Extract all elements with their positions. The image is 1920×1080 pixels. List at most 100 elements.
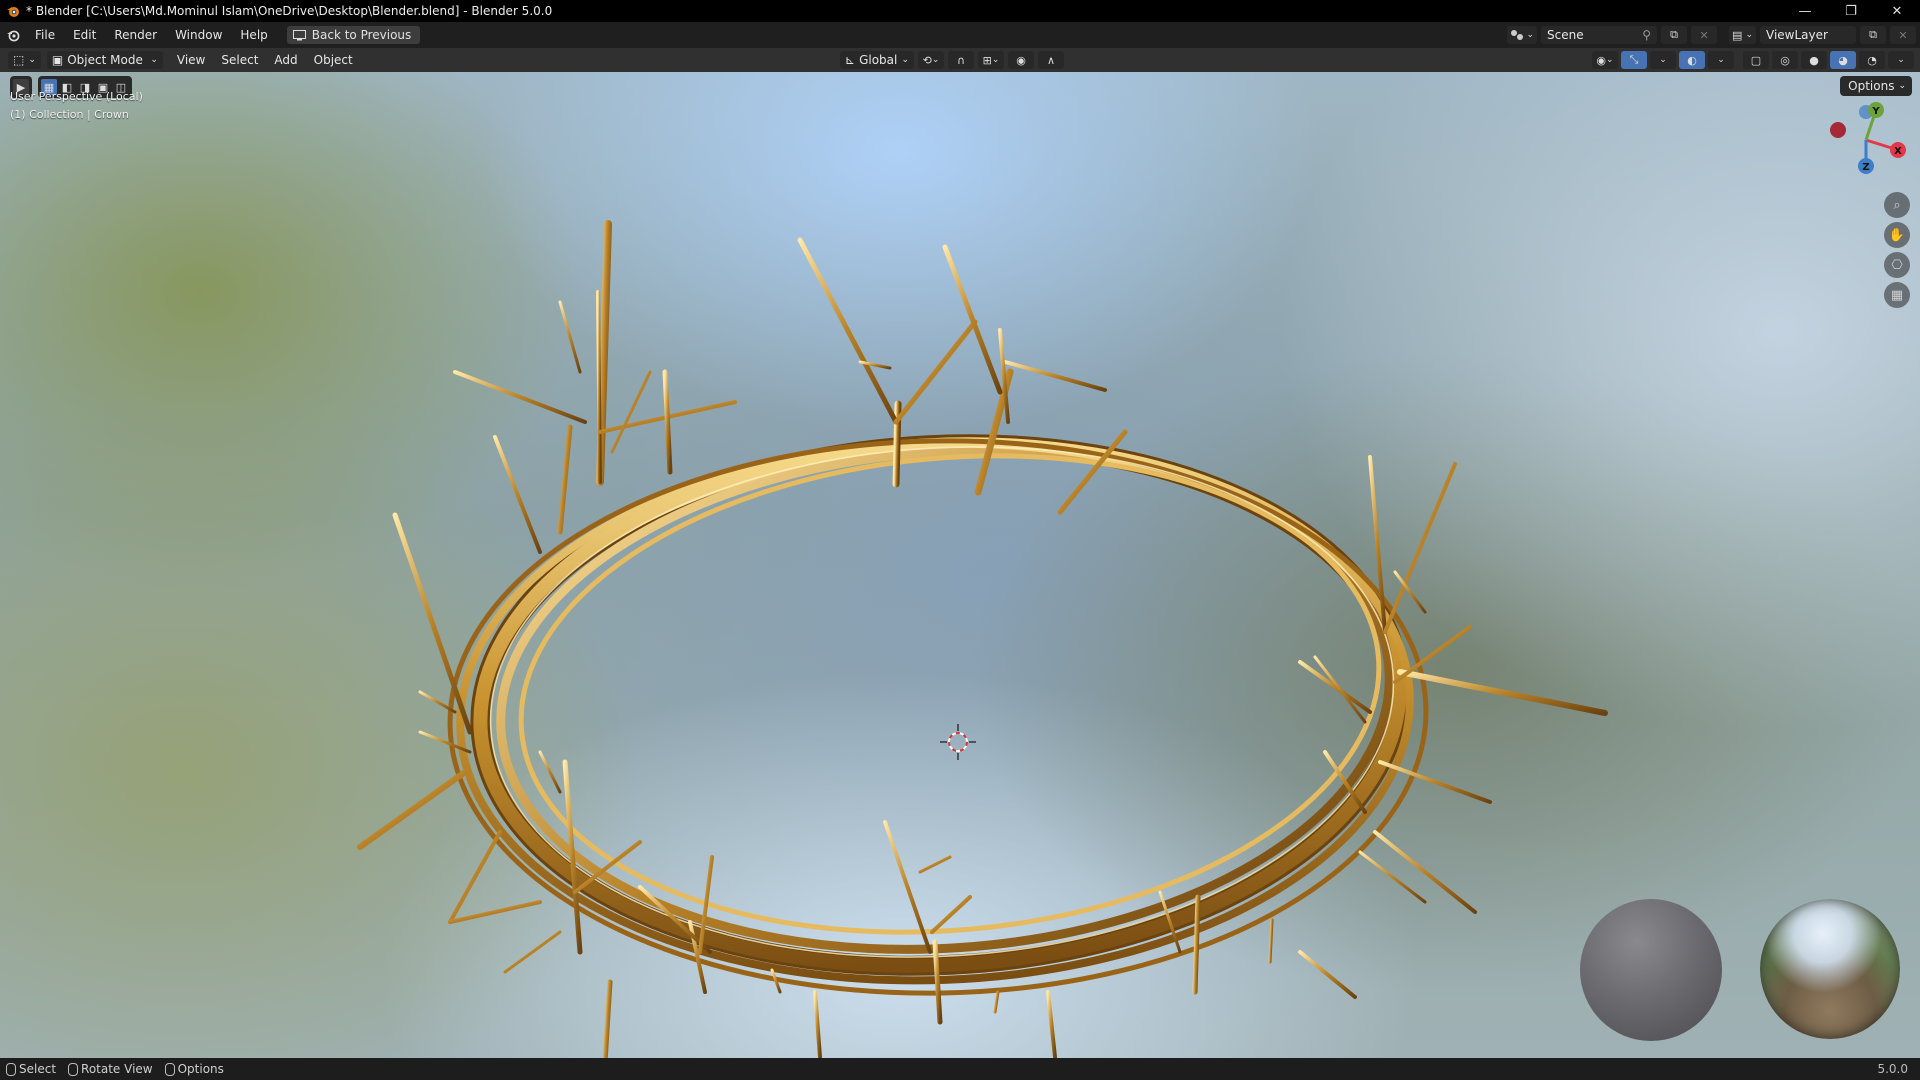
eye-icon: ◉ bbox=[1596, 53, 1607, 67]
menu-window[interactable]: Window bbox=[166, 22, 231, 48]
object-mode-label: Object Mode bbox=[67, 53, 143, 67]
menu-help[interactable]: Help bbox=[231, 22, 276, 48]
magnet-icon: ∩ bbox=[956, 53, 966, 67]
menu-object[interactable]: Object bbox=[306, 53, 361, 67]
wireframe-sphere-icon: ◎ bbox=[1780, 53, 1790, 67]
snap-target-dropdown[interactable]: ⊞ ⌄ bbox=[978, 51, 1004, 69]
maximize-button[interactable]: ❐ bbox=[1828, 0, 1874, 22]
axis-z-label: Z bbox=[1862, 162, 1869, 173]
chevron-down-icon: ⌄ bbox=[1898, 81, 1906, 91]
shading-dropdown[interactable]: ⌄ bbox=[1888, 51, 1914, 69]
snap-toggle[interactable]: ∩ bbox=[948, 51, 974, 69]
menu-select[interactable]: Select bbox=[213, 53, 266, 67]
pivot-point-dropdown[interactable]: ⟲ ⌄ bbox=[918, 51, 944, 69]
scene-selector[interactable]: Scene ⚲ bbox=[1541, 26, 1658, 44]
hand-pan-icon[interactable]: ✋ bbox=[1884, 222, 1910, 248]
proportional-falloff-dropdown[interactable]: ∧ bbox=[1038, 51, 1064, 69]
viewlayer-type-dropdown[interactable]: ▤ ⌄ bbox=[1729, 26, 1756, 44]
delete-scene-button[interactable]: ✕ bbox=[1691, 26, 1718, 44]
xray-icon: ▢ bbox=[1750, 53, 1762, 67]
version-label: 5.0.0 bbox=[1877, 1062, 1908, 1076]
proportional-icon: ◉ bbox=[1016, 53, 1026, 67]
zoom-icon[interactable]: ⌕ bbox=[1884, 192, 1910, 218]
pin-icon[interactable]: ⚲ bbox=[1642, 28, 1651, 42]
shading-rendered[interactable]: ◔ bbox=[1859, 51, 1885, 69]
snap-increment-icon: ⊞ bbox=[982, 53, 992, 67]
hdri-preview-sphere bbox=[1760, 899, 1900, 1039]
view-perspective-label: User Perspective (Local) bbox=[10, 90, 143, 103]
viewport-options-dropdown[interactable]: Options ⌄ bbox=[1840, 76, 1912, 96]
overlays-icon: ◐ bbox=[1687, 53, 1697, 67]
active-object-label: (1) Collection | Crown bbox=[10, 108, 129, 121]
grid-icon[interactable]: ▦ bbox=[1884, 282, 1910, 308]
window-title: * Blender [C:\Users\Md.Mominul Islam\One… bbox=[26, 4, 553, 18]
chevron-down-icon: ⌄ bbox=[1526, 30, 1535, 40]
chevron-down-icon: ⌄ bbox=[1897, 55, 1905, 65]
xray-toggle[interactable]: ▢ bbox=[1743, 51, 1769, 69]
duplicate-icon: ⧉ bbox=[1869, 28, 1877, 41]
menu-render[interactable]: Render bbox=[105, 22, 166, 48]
proportional-editing-toggle[interactable]: ◉ bbox=[1008, 51, 1034, 69]
editor-type-dropdown[interactable]: ⬚ ⌄ bbox=[8, 51, 41, 69]
minimize-button[interactable]: — bbox=[1782, 0, 1828, 22]
status-options: Options bbox=[164, 1062, 224, 1076]
viewlayer-selector[interactable]: ViewLayer bbox=[1760, 26, 1856, 44]
mouse-middle-icon bbox=[68, 1062, 79, 1076]
viewlayer-name: ViewLayer bbox=[1766, 28, 1828, 42]
shading-material-preview[interactable]: ◕ bbox=[1830, 51, 1856, 69]
axis-neg-x-icon[interactable] bbox=[1830, 122, 1846, 138]
viewport-shading-controls: ◉ ⌄ ⤡ ⌄ ◐ ⌄ ▢ ◎ ● ◕ ◔ ⌄ bbox=[1592, 51, 1914, 69]
transform-tools: ⊾ Global ⌄ ⟲ ⌄ ∩ ⊞ ⌄ ◉ ∧ bbox=[836, 51, 1064, 69]
overlays-dropdown[interactable]: ⌄ bbox=[1708, 51, 1734, 69]
visibility-dropdown[interactable]: ◉ ⌄ bbox=[1592, 51, 1618, 69]
close-button[interactable]: ✕ bbox=[1874, 0, 1920, 22]
material-preview-sphere bbox=[1580, 899, 1722, 1041]
status-bar: Select Rotate View Options 5.0.0 bbox=[0, 1058, 1920, 1080]
chevron-down-icon: ⌄ bbox=[1659, 55, 1667, 65]
chevron-down-icon: ⌄ bbox=[150, 55, 158, 65]
back-to-previous-label: Back to Previous bbox=[311, 28, 412, 42]
camera-icon[interactable]: ⎔ bbox=[1884, 252, 1910, 278]
window-controls: — ❐ ✕ bbox=[1782, 0, 1920, 22]
rendered-sphere-icon: ◔ bbox=[1867, 53, 1877, 67]
viewport-header: ⬚ ⌄ ▣ Object Mode ⌄ View Select Add Obje… bbox=[0, 48, 1920, 72]
scene-type-dropdown[interactable]: ⌄ bbox=[1506, 26, 1538, 44]
mouse-right-icon bbox=[164, 1062, 175, 1076]
scene-viewlayer-controls: ⌄ Scene ⚲ ⧉ ✕ ▤ ⌄ ViewLayer ⧉ ✕ bbox=[1506, 22, 1920, 48]
scene-name: Scene bbox=[1547, 28, 1584, 42]
duplicate-icon: ⧉ bbox=[1670, 28, 1678, 41]
delete-viewlayer-button[interactable]: ✕ bbox=[1890, 26, 1916, 44]
status-rotate-label: Rotate View bbox=[81, 1062, 153, 1076]
axis-x-label: X bbox=[1894, 146, 1902, 157]
orientation-axes-icon: ⊾ bbox=[845, 53, 856, 67]
scene-icon bbox=[1510, 30, 1523, 40]
3d-cursor-icon[interactable] bbox=[940, 724, 976, 760]
material-sphere-icon: ◕ bbox=[1838, 53, 1848, 67]
status-options-label: Options bbox=[177, 1062, 224, 1076]
options-label: Options bbox=[1848, 79, 1895, 93]
new-scene-button[interactable]: ⧉ bbox=[1661, 26, 1688, 44]
blender-menu-icon[interactable] bbox=[0, 28, 26, 42]
menu-file[interactable]: File bbox=[26, 22, 64, 48]
gizmo-toggle[interactable]: ⤡ bbox=[1621, 51, 1647, 69]
new-viewlayer-button[interactable]: ⧉ bbox=[1860, 26, 1886, 44]
gizmo-dropdown[interactable]: ⌄ bbox=[1650, 51, 1676, 69]
chevron-down-icon: ⌄ bbox=[1717, 55, 1725, 65]
menu-edit[interactable]: Edit bbox=[64, 22, 105, 48]
object-mode-dropdown[interactable]: ▣ Object Mode ⌄ bbox=[46, 51, 163, 69]
overlays-toggle[interactable]: ◐ bbox=[1679, 51, 1705, 69]
status-rotate: Rotate View bbox=[68, 1062, 153, 1076]
mouse-left-icon bbox=[6, 1062, 16, 1076]
screen-icon bbox=[292, 29, 306, 40]
back-to-previous-button[interactable]: Back to Previous bbox=[286, 26, 421, 44]
3d-viewport[interactable]: ▶ ▦ ◧ ◨ ▣ ◫ User Perspective (Local) (1)… bbox=[0, 72, 1920, 1058]
menu-add[interactable]: Add bbox=[266, 53, 305, 67]
shading-wireframe[interactable]: ◎ bbox=[1772, 51, 1798, 69]
menu-view[interactable]: View bbox=[169, 53, 213, 67]
transform-orientation-dropdown[interactable]: ⊾ Global ⌄ bbox=[840, 51, 914, 69]
close-icon: ✕ bbox=[1898, 28, 1908, 42]
shading-solid[interactable]: ● bbox=[1801, 51, 1827, 69]
navigation-gizmo[interactable]: X Y Z bbox=[1820, 94, 1912, 186]
top-menu-bar: File Edit Render Window Help Back to Pre… bbox=[0, 22, 1920, 48]
chevron-down-icon: ⌄ bbox=[931, 55, 940, 65]
